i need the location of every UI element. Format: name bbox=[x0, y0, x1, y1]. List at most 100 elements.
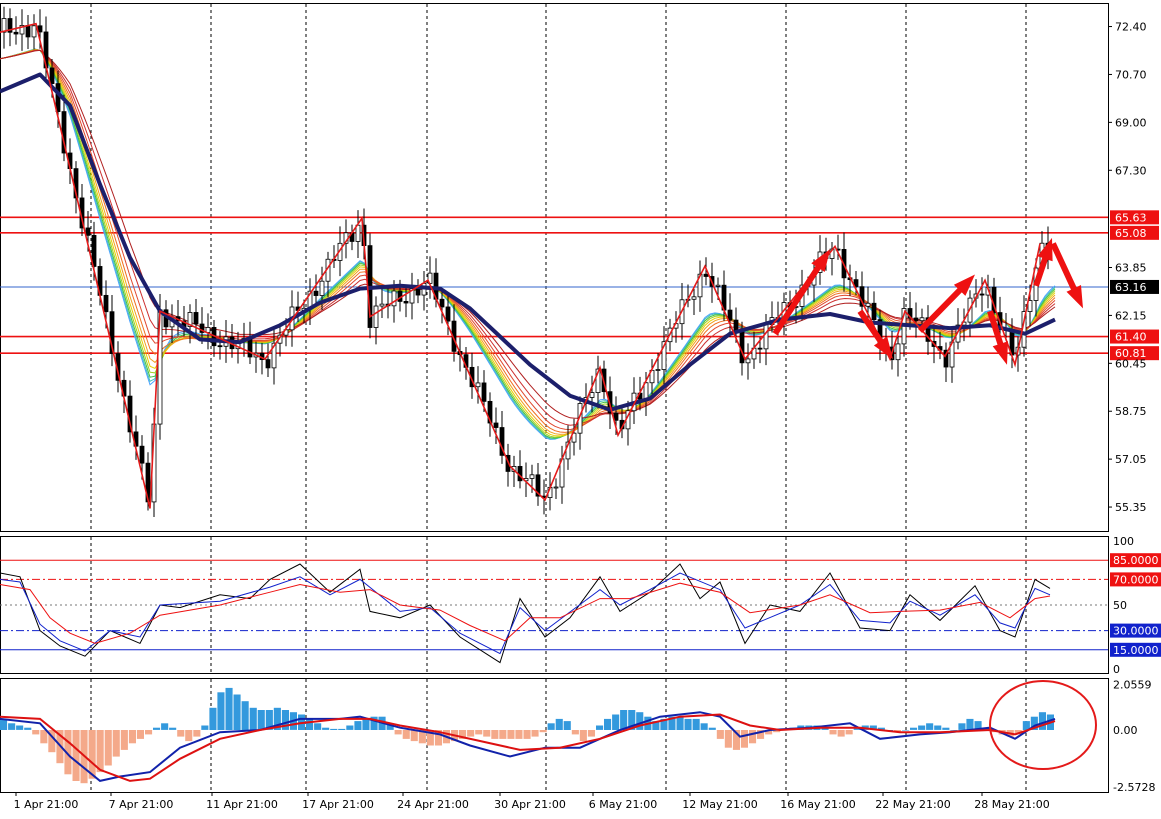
candle-body bbox=[865, 302, 871, 307]
y-tick-label: 65.63 bbox=[1115, 211, 1147, 224]
candle-body bbox=[913, 317, 919, 322]
candle-body bbox=[49, 67, 55, 85]
candle-body bbox=[31, 25, 37, 38]
macd-histogram-bar bbox=[257, 710, 265, 730]
oscillator-level-label: 70.0000 bbox=[1113, 573, 1159, 586]
macd-histogram-bar bbox=[233, 694, 241, 730]
x-tick-label: 11 Apr 21:00 bbox=[206, 798, 278, 811]
macd-histogram-bar bbox=[918, 725, 926, 730]
macd-histogram-bar bbox=[1038, 712, 1046, 730]
candle-body bbox=[529, 474, 535, 479]
candle-body bbox=[193, 312, 199, 325]
y-tick-label: 72.40 bbox=[1115, 21, 1147, 34]
candle-body bbox=[493, 422, 499, 428]
macd-histogram-bar bbox=[136, 730, 144, 739]
macd-histogram-bar bbox=[724, 730, 732, 748]
candle-body bbox=[373, 305, 379, 328]
oscillator-y-label: 0 bbox=[1113, 663, 1120, 676]
macd-histogram-bar bbox=[475, 730, 483, 735]
macd-histogram-bar bbox=[910, 727, 918, 730]
macd-histogram-bar bbox=[96, 730, 104, 773]
macd-histogram-bar bbox=[338, 728, 346, 730]
candle-body bbox=[589, 392, 595, 398]
y-tick-label: 62.15 bbox=[1115, 309, 1147, 322]
macd-histogram-bar bbox=[128, 730, 136, 744]
macd-histogram-bar bbox=[676, 716, 684, 730]
candle-body bbox=[103, 294, 109, 313]
candle-body bbox=[715, 284, 721, 287]
candle-body bbox=[763, 324, 769, 350]
x-tick-label: 28 May 21:00 bbox=[974, 798, 1049, 811]
candle-body bbox=[247, 337, 253, 358]
candle-body bbox=[313, 290, 319, 296]
macd-histogram-bar bbox=[902, 730, 910, 731]
macd-histogram-bar bbox=[700, 723, 708, 730]
candle-body bbox=[727, 309, 733, 321]
candle-body bbox=[13, 31, 19, 35]
macd-histogram-bar bbox=[716, 730, 724, 739]
macd-histogram-bar bbox=[354, 721, 362, 730]
macd-histogram-bar bbox=[555, 718, 563, 730]
candle-body bbox=[745, 358, 751, 364]
macd-histogram-bar bbox=[467, 730, 475, 737]
candle-body bbox=[691, 296, 697, 300]
macd-histogram-bar bbox=[40, 730, 48, 744]
macd-histogram-bar bbox=[934, 725, 942, 730]
x-tick-label: 17 Apr 21:00 bbox=[302, 798, 374, 811]
candle-body bbox=[553, 486, 559, 489]
y-tick-label: 63.85 bbox=[1115, 262, 1147, 275]
candle-body bbox=[139, 445, 145, 464]
x-tick-label: 16 May 21:00 bbox=[780, 798, 855, 811]
candle-body bbox=[445, 306, 451, 322]
macd-histogram-bar bbox=[845, 730, 853, 735]
candle-body bbox=[355, 224, 361, 242]
macd-histogram-bar bbox=[966, 718, 974, 730]
candle-body bbox=[265, 359, 271, 369]
macd-histogram-bar bbox=[410, 730, 418, 742]
y-tick-label: 57.05 bbox=[1115, 453, 1147, 466]
candle-body bbox=[613, 412, 619, 421]
macd-y-label: -2.5728 bbox=[1113, 781, 1155, 794]
oscillator-level-label: 30.0000 bbox=[1113, 625, 1159, 638]
candle-body bbox=[37, 25, 43, 33]
macd-histogram-bar bbox=[579, 730, 587, 742]
chart-window: 72.40 70.70 69.00 67.30 65.63 65.08 63.85 63.16… bbox=[0, 0, 1161, 815]
macd-histogram-bar bbox=[942, 727, 950, 730]
macd-histogram-bar bbox=[104, 730, 112, 766]
x-tick-label: 1 Apr 21:00 bbox=[14, 798, 79, 811]
candle-body bbox=[55, 83, 61, 112]
oscillator-level-label: 85.0000 bbox=[1113, 554, 1159, 567]
macd-histogram-bar bbox=[177, 730, 185, 737]
macd-histogram-bar bbox=[749, 730, 757, 744]
macd-histogram-bar bbox=[692, 718, 700, 730]
y-tick-label: 60.45 bbox=[1115, 357, 1147, 370]
candle-body bbox=[871, 302, 877, 321]
oscillator-y-label: 100 bbox=[1113, 535, 1134, 548]
macd-y-label: 0.00 bbox=[1113, 724, 1138, 737]
macd-histogram-bar bbox=[563, 721, 571, 730]
macd-histogram-bar bbox=[314, 723, 322, 730]
candle-body bbox=[655, 369, 661, 371]
candle-body bbox=[757, 347, 763, 350]
oscillator-y-label: 50 bbox=[1113, 599, 1127, 612]
x-tick-label: 12 May 21:00 bbox=[682, 798, 757, 811]
candle-body bbox=[391, 290, 397, 307]
macd-histogram-bar bbox=[249, 707, 257, 730]
macd-histogram-bar bbox=[32, 730, 40, 735]
candle-body bbox=[439, 298, 445, 308]
macd-histogram-bar bbox=[483, 730, 491, 737]
macd-y-label: 2.0559 bbox=[1113, 678, 1152, 691]
y-tick-label: 65.08 bbox=[1115, 227, 1147, 240]
macd-histogram-bar bbox=[153, 727, 161, 730]
macd-histogram-bar bbox=[225, 687, 233, 730]
macd-histogram-bar bbox=[145, 730, 153, 735]
macd-histogram-bar bbox=[531, 730, 539, 737]
macd-histogram-bar bbox=[169, 727, 177, 730]
macd-histogram-bar bbox=[330, 728, 338, 730]
candle-body bbox=[217, 345, 223, 348]
macd-histogram-bar bbox=[571, 730, 579, 735]
macd-histogram-bar bbox=[322, 727, 330, 730]
macd-histogram-bar bbox=[402, 730, 410, 739]
x-tick-label: 22 May 21:00 bbox=[875, 798, 950, 811]
macd-histogram-bar bbox=[112, 730, 120, 757]
